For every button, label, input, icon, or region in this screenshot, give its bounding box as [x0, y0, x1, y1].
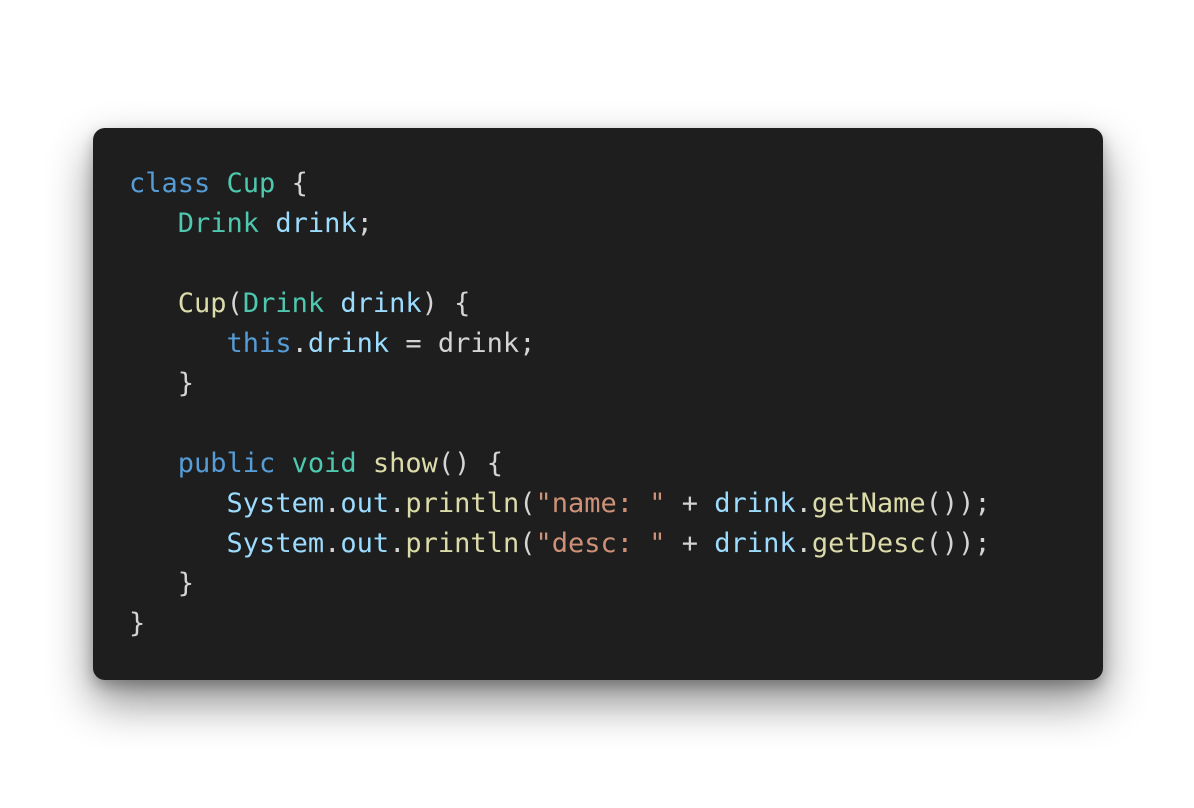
code-token: }: [177, 368, 195, 399]
code-token: +: [665, 528, 715, 559]
code-token: drink: [714, 488, 796, 519]
code-token: .: [291, 328, 308, 359]
code-token: ());: [925, 528, 991, 559]
code-token: .: [389, 488, 406, 519]
code-token: class: [129, 168, 211, 199]
code-token: "desc: ": [535, 528, 666, 559]
code-token: public: [177, 448, 276, 479]
code-token: Drink: [242, 288, 325, 319]
code-token: out: [340, 528, 390, 559]
code-token: getName: [811, 488, 926, 519]
code-line: Drink drink;: [129, 204, 991, 244]
code-line: System.out.println("name: " + drink.getN…: [129, 484, 991, 524]
code-token: .: [795, 528, 812, 559]
code-token: +: [665, 488, 715, 519]
code-token: drink: [437, 328, 520, 359]
code-token: }: [177, 568, 195, 599]
code-token: (: [519, 528, 536, 559]
code-token: (: [226, 288, 243, 319]
code-token: println: [405, 528, 520, 559]
code-token: drink: [307, 328, 390, 359]
code-token: ;: [519, 328, 536, 359]
code-token: void: [291, 448, 357, 479]
code-token: .: [324, 488, 341, 519]
code-token: drink: [714, 528, 796, 559]
code-token: out: [340, 488, 390, 519]
code-token: System: [226, 488, 325, 519]
code-token: drink: [275, 208, 357, 239]
code-token: this: [226, 328, 292, 359]
code-token: .: [795, 488, 812, 519]
code-token: drink: [340, 288, 422, 319]
code-token: .: [324, 528, 341, 559]
code-block: class Cup { Drink drink; Cup(Drink drink…: [129, 164, 991, 644]
code-token: getDesc: [811, 528, 926, 559]
code-token: (: [519, 488, 536, 519]
code-token: Drink: [177, 208, 260, 239]
code-token: println: [405, 488, 520, 519]
code-token: .: [389, 528, 406, 559]
code-line: class Cup {: [129, 164, 991, 204]
code-token: ());: [925, 488, 991, 519]
code-line: public void show() {: [129, 444, 991, 484]
code-token: ;: [356, 208, 373, 239]
code-token: Cup: [177, 288, 227, 319]
code-token: "name: ": [535, 488, 666, 519]
code-token: () {: [437, 448, 503, 479]
code-card: class Cup { Drink drink; Cup(Drink drink…: [93, 128, 1103, 680]
code-token: }: [129, 608, 146, 639]
code-line: Cup(Drink drink) {: [129, 284, 991, 324]
code-line: this.drink = drink;: [129, 324, 991, 364]
code-token: =: [389, 328, 438, 359]
code-line: }: [129, 604, 991, 644]
code-token: Cup: [226, 168, 276, 199]
code-token: show: [372, 448, 438, 479]
code-line: System.out.println("desc: " + drink.getD…: [129, 524, 991, 564]
code-token: {: [275, 168, 308, 199]
code-line: }: [129, 564, 991, 604]
code-token: ) {: [421, 288, 471, 319]
code-token: System: [226, 528, 325, 559]
code-line: }: [129, 364, 991, 404]
